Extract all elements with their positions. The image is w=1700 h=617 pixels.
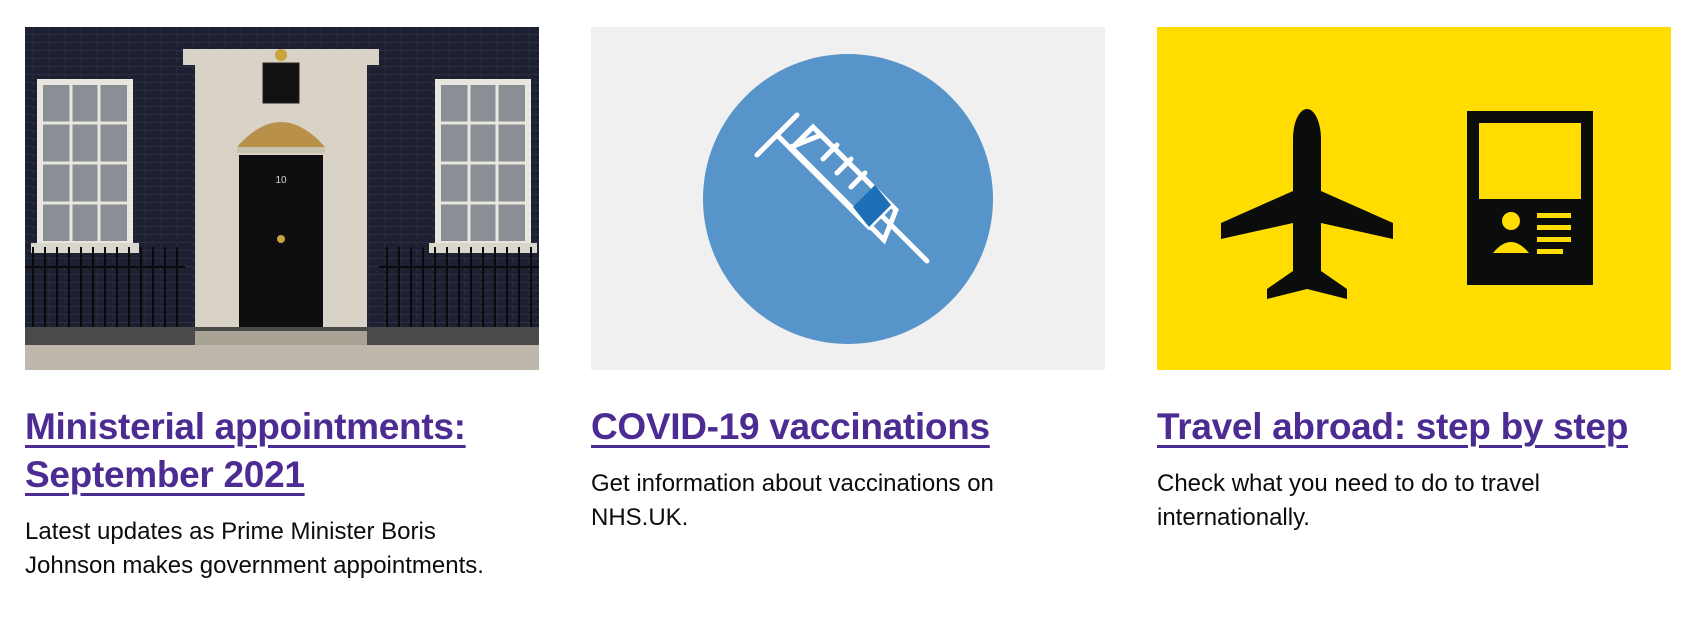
vaccine-image[interactable] (591, 27, 1105, 370)
ministerial-appointments-link[interactable]: Ministerial appointments: September 2021 (25, 403, 525, 499)
passport-icon (1467, 111, 1593, 285)
syringe-illustration (591, 27, 1105, 370)
downing-street-image[interactable]: 10 (25, 27, 539, 370)
downing-street-photo: 10 (25, 27, 539, 370)
travel-illustration (1157, 27, 1671, 370)
covid-vaccinations-link[interactable]: COVID-19 vaccinations (591, 403, 990, 451)
circle-background (703, 54, 993, 344)
door-number: 10 (275, 175, 287, 186)
featured-card-ministerial: 10 Ministerial appointments: September 2… (25, 27, 539, 583)
featured-card-covid-vaccinations: COVID-19 vaccinations Get information ab… (591, 27, 1105, 535)
covid-vaccinations-description: Get information about vaccinations on NH… (591, 470, 994, 531)
travel-abroad-link[interactable]: Travel abroad: step by step (1157, 403, 1628, 451)
travel-image[interactable] (1157, 27, 1671, 370)
ministerial-appointments-description: Latest updates as Prime Minister Boris J… (25, 518, 484, 579)
featured-card-travel-abroad: Travel abroad: step by step Check what y… (1157, 27, 1671, 535)
travel-abroad-description: Check what you need to do to travel inte… (1157, 470, 1540, 531)
featured-cards: 10 Ministerial appointments: September 2… (0, 0, 1700, 617)
